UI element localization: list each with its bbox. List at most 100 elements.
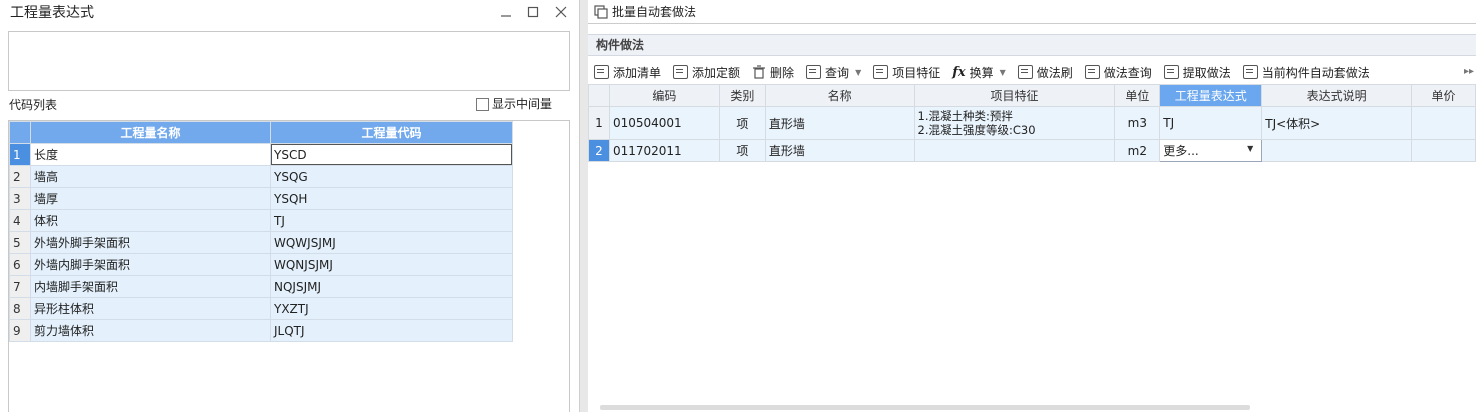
cell-description[interactable]: TJ<体积> (1261, 106, 1413, 140)
cell-quantity-code[interactable]: WQNJSJMJ (270, 253, 513, 276)
row-number[interactable]: 7 (9, 275, 31, 298)
cell-quantity-code[interactable]: YSQG (270, 165, 513, 188)
add-list-button[interactable]: 添加清单 (594, 64, 661, 81)
cell-quantity-code[interactable]: YSCD (270, 143, 513, 166)
show-intermediate-label: 显示中间量 (492, 97, 553, 111)
grid-header-code[interactable]: 编码 (608, 84, 720, 107)
cell-quantity-code[interactable]: WQWJSJMJ (270, 231, 513, 254)
cell-price[interactable] (1411, 139, 1476, 162)
cell-quantity-name[interactable]: 体积 (30, 209, 271, 232)
item-feature-icon (873, 65, 889, 79)
maximize-button[interactable] (523, 2, 543, 22)
grid-header-description[interactable]: 表达式说明 (1261, 84, 1413, 107)
method-brush-button[interactable]: 做法刷 (1017, 64, 1073, 81)
cell-quantity-name[interactable]: 异形柱体积 (30, 297, 271, 320)
table-row[interactable]: 7 内墙脚手架面积 NQJSJMJ (9, 275, 513, 298)
cell-feature[interactable]: 1.混凝土种类:预拌 2.混凝土强度等级:C30 (913, 106, 1116, 140)
expression-input[interactable] (8, 31, 570, 91)
cell-quantity-code[interactable]: YXZTJ (270, 297, 513, 320)
cell-name[interactable]: 直形墙 (764, 106, 915, 140)
section-title: 构件做法 (588, 34, 1476, 56)
cell-unit[interactable]: m3 (1114, 106, 1161, 140)
cell-description[interactable] (1261, 139, 1413, 162)
row-number[interactable]: 4 (9, 209, 31, 232)
row-number[interactable]: 9 (9, 319, 31, 342)
horizontal-scrollbar[interactable] (600, 405, 1250, 410)
table-row[interactable]: 6 外墙内脚手架面积 WQNJSJMJ (9, 253, 513, 276)
grid-header-name[interactable]: 名称 (764, 84, 915, 107)
auto-method-button[interactable]: 当前构件自动套做法 (1242, 64, 1370, 81)
grid-header-price[interactable]: 单价 (1411, 84, 1476, 107)
table-row[interactable]: 8 异形柱体积 YXZTJ (9, 297, 513, 320)
grid-header-expression[interactable]: 工程量表达式 (1159, 84, 1263, 107)
cell-quantity-name[interactable]: 外墙内脚手架面积 (30, 253, 271, 276)
table-row[interactable]: 2 墙高 YSQG (9, 165, 513, 188)
cell-feature[interactable] (913, 139, 1116, 162)
column-header-code[interactable]: 工程量代码 (270, 121, 513, 144)
batch-icon (594, 4, 608, 19)
cell-quantity-name[interactable]: 内墙脚手架面积 (30, 275, 271, 298)
row-number[interactable]: 2 (9, 165, 31, 188)
cell-unit[interactable]: m2 (1114, 139, 1161, 162)
table-row[interactable]: 4 体积 TJ (9, 209, 513, 232)
quantity-expression-dialog: 工程量表达式 代码列表 显示中间量 工程量名称 工程量代码 1 长度 YSCD … (0, 0, 580, 412)
checkbox-box[interactable] (476, 97, 489, 111)
delete-button[interactable]: 删除 (752, 64, 794, 81)
cell-quantity-name[interactable]: 墙高 (30, 165, 271, 188)
grid-header-type[interactable]: 类别 (718, 84, 766, 107)
grid-header-feature[interactable]: 项目特征 (913, 84, 1116, 107)
cell-quantity-code[interactable]: NQJSJMJ (270, 275, 513, 298)
table-row[interactable]: 3 墙厚 YSQH (9, 187, 513, 210)
cell-quantity-code[interactable]: TJ (270, 209, 513, 232)
cell-quantity-name[interactable]: 长度 (30, 143, 271, 166)
top-bar: 批量自动套做法 (588, 0, 1476, 24)
toolbar: 添加清单 添加定额 删除 查询 ▼ 项目特征 fx 换算 ▼ 做法刷 做法查询 提取做… (588, 60, 1476, 84)
toolbar-overflow-icon[interactable]: ▸▸ (1464, 66, 1474, 77)
expression-dropdown[interactable]: 更多... ▼ (1159, 139, 1263, 162)
cell-quantity-code[interactable]: YSQH (270, 187, 513, 210)
cell-code[interactable]: 010504001 (608, 106, 720, 140)
row-number[interactable]: 2 (588, 139, 610, 162)
row-number[interactable]: 1 (9, 143, 31, 166)
table-row[interactable]: 9 剪力墙体积 JLQTJ (9, 319, 513, 342)
grid-header-unit[interactable]: 单位 (1114, 84, 1161, 107)
trash-icon (753, 65, 766, 79)
method-brush-icon (1017, 65, 1033, 79)
add-quota-button[interactable]: 添加定额 (673, 64, 740, 81)
method-query-button[interactable]: 做法查询 (1084, 64, 1152, 81)
column-header-name[interactable]: 工程量名称 (30, 121, 271, 144)
cell-code[interactable]: 011702011 (608, 139, 720, 162)
auto-method-icon (1242, 65, 1258, 79)
table-row[interactable]: 1 长度 YSCD (9, 143, 513, 166)
table-row[interactable]: 5 外墙外脚手架面积 WQWJSJMJ (9, 231, 513, 254)
cell-quantity-code[interactable]: JLQTJ (270, 319, 513, 342)
dropdown-value: 更多... (1163, 144, 1199, 158)
table-row[interactable]: 1 010504001 项 直形墙 1.混凝土种类:预拌 2.混凝土强度等级:C… (588, 106, 1476, 140)
row-number[interactable]: 6 (9, 253, 31, 276)
minimize-button[interactable] (496, 2, 516, 22)
close-button[interactable] (551, 2, 571, 22)
chevron-down-icon[interactable]: ▼ (1247, 144, 1253, 153)
row-number[interactable]: 8 (9, 297, 31, 320)
cell-price[interactable] (1411, 106, 1476, 140)
item-feature-button[interactable]: 项目特征 (873, 64, 940, 81)
panel-splitter[interactable] (580, 0, 588, 412)
cell-quantity-name[interactable]: 墙厚 (30, 187, 271, 210)
table-row[interactable]: 2 011702011 项 直形墙 m2 更多... ▼ (588, 139, 1476, 162)
cell-quantity-name[interactable]: 外墙外脚手架面积 (30, 231, 271, 254)
extract-method-button[interactable]: 提取做法 (1163, 64, 1231, 81)
convert-button[interactable]: fx 换算 ▼ (952, 64, 1006, 81)
query-button[interactable]: 查询 ▼ (806, 64, 861, 81)
cell-quantity-name[interactable]: 剪力墙体积 (30, 319, 271, 342)
show-intermediate-checkbox[interactable]: 显示中间量 (476, 97, 552, 111)
cell-type[interactable]: 项 (718, 106, 766, 140)
feature-line: 1.混凝土种类:预拌 (917, 109, 1013, 123)
row-number[interactable]: 1 (588, 106, 610, 140)
cell-name[interactable]: 直形墙 (764, 139, 915, 162)
cell-expression[interactable]: TJ (1159, 106, 1263, 140)
code-list-table: 工程量名称 工程量代码 1 长度 YSCD 2 墙高 YSQG 3 墙厚 YSQH 4 体积 TJ 5 外… (9, 121, 513, 342)
batch-auto-method-button[interactable]: 批量自动套做法 (594, 3, 696, 20)
cell-type[interactable]: 项 (718, 139, 766, 162)
row-number[interactable]: 3 (9, 187, 31, 210)
row-number[interactable]: 5 (9, 231, 31, 254)
